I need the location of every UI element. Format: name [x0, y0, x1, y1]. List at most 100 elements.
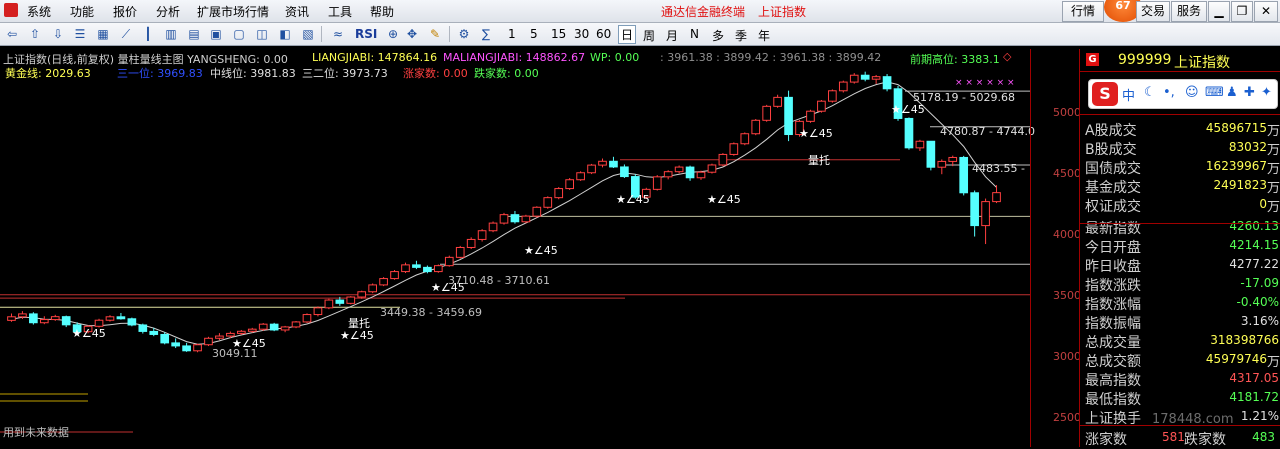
settings-icon[interactable]: ⚙ — [456, 26, 472, 42]
candle-body — [236, 330, 246, 334]
candle-body — [204, 337, 213, 346]
candle-body — [215, 335, 224, 339]
move-icon[interactable]: ✥ — [404, 26, 420, 42]
candle-body — [860, 74, 870, 80]
candle-body — [149, 330, 159, 335]
candle-body — [455, 246, 465, 258]
period-n[interactable]: N — [690, 27, 699, 41]
quote-row-unit: 万 — [1266, 181, 1280, 196]
line-chart-icon[interactable]: ⟋ — [118, 26, 134, 42]
ime-toolbar[interactable]: S 中 ☾ •, ☺ ⌨ ♟ ✚ ✦ — [1088, 79, 1278, 109]
quote-row: 指数振幅 3.16% — [1080, 312, 1280, 332]
quote-row: 最高指数 4317.05 — [1080, 369, 1280, 389]
candle-body — [817, 100, 826, 112]
ime-chinese-mode[interactable]: 中 — [1122, 85, 1135, 104]
candle-body — [433, 265, 443, 273]
period-30min[interactable]: 30 — [574, 27, 589, 41]
window-icon[interactable]: ▢ — [231, 26, 247, 42]
close-icon[interactable]: ✕ — [1254, 1, 1278, 22]
layout-icon[interactable]: ▧ — [300, 26, 316, 42]
menu-extended-market[interactable]: 扩展市场行情 — [197, 3, 269, 20]
quote-row-label: 基金成交 — [1085, 180, 1141, 196]
compare-icon[interactable]: ◧ — [277, 26, 293, 42]
candle-body — [171, 342, 180, 347]
period-15min[interactable]: 15 — [551, 27, 566, 41]
split-icon[interactable]: ◫ — [254, 26, 270, 42]
grid-icon[interactable]: ▤ — [186, 26, 202, 42]
kline-chart-area[interactable]: 上证指数(日线,前复权) 量柱量线主图 YANGSHENG: 0.00 LIAN… — [0, 49, 1035, 447]
table-icon[interactable]: ▦ — [95, 26, 111, 42]
candle-body — [302, 314, 312, 323]
candle-body — [390, 271, 399, 280]
rsi-button[interactable]: RSI — [355, 27, 377, 41]
period-week[interactable]: 周 — [643, 27, 655, 44]
quote-row-unit: 万 — [1266, 143, 1280, 158]
zoom-icon[interactable]: ⊕ — [385, 26, 401, 42]
market-button[interactable]: 行情 — [1062, 1, 1104, 22]
list-icon[interactable]: ☰ — [72, 26, 88, 42]
quote-row: B股成交 83032 万 — [1080, 138, 1280, 158]
quote-row-label: 指数振幅 — [1085, 316, 1141, 332]
draw-pen-icon[interactable]: ✎ — [427, 26, 443, 42]
period-60min[interactable]: 60 — [596, 27, 611, 41]
candle-body — [138, 324, 148, 332]
quote-row-value: 16239967 — [1205, 159, 1267, 173]
restore-icon[interactable]: ❐ — [1231, 1, 1253, 22]
panel-icon[interactable]: ▣ — [208, 26, 224, 42]
emoji-icon[interactable]: ☺ — [1185, 85, 1199, 100]
minimize-icon[interactable]: ▁ — [1208, 1, 1230, 22]
menu-system[interactable]: 系统 — [27, 3, 51, 20]
period-multi[interactable]: 多 — [712, 27, 724, 44]
annotation-4780: 4780.87 - 4744.0 — [940, 125, 1035, 138]
period-quarter[interactable]: 季 — [735, 27, 747, 44]
candle-chart-icon[interactable]: ┃ — [140, 26, 156, 42]
punctuation-icon[interactable]: •, — [1163, 85, 1175, 100]
menu-function[interactable]: 功能 — [70, 3, 94, 20]
menu-help[interactable]: 帮助 — [370, 3, 394, 20]
menu-quote[interactable]: 报价 — [113, 3, 137, 20]
keyboard-icon[interactable]: ⌨ — [1205, 85, 1224, 100]
candle-body — [576, 172, 585, 181]
quote-row-label: 指数涨幅 — [1085, 297, 1141, 313]
formula-icon[interactable]: ∑ — [478, 26, 494, 42]
candle-body — [554, 188, 564, 199]
quote-row-unit: 万 — [1266, 124, 1280, 139]
candle-body — [444, 256, 454, 267]
period-year[interactable]: 年 — [758, 27, 770, 44]
candle-body — [423, 266, 432, 273]
axis-label-4500: 4500 — [1053, 167, 1081, 180]
candle-body — [620, 166, 629, 178]
candle-body — [521, 215, 531, 223]
period-day[interactable]: 日 — [618, 25, 637, 44]
candle-body — [587, 164, 596, 174]
trend-icon[interactable]: ≈ — [330, 26, 346, 42]
bar-chart-icon[interactable]: ▥ — [163, 26, 179, 42]
user-icon[interactable]: ♟ — [1226, 85, 1238, 100]
menu-analysis[interactable]: 分析 — [156, 3, 180, 20]
trade-button[interactable]: 交易 — [1136, 1, 1170, 22]
period-1min[interactable]: 1 — [508, 27, 516, 41]
fall-count-label: 跌家数 — [1184, 432, 1226, 448]
period-month[interactable]: 月 — [666, 27, 678, 44]
axis-label-5000: 5000 — [1053, 106, 1081, 119]
app-title: 通达信金融终端 — [661, 5, 746, 19]
quote-row: 昨日收盘 4277.22 — [1080, 255, 1280, 275]
quote-row-value: -17.09 — [1240, 276, 1279, 290]
toolbar: ⇦ ⇧ ⇩ ☰ ▦ ⟋ ┃ ▥ ▤ ▣ ▢ ◫ ◧ ▧ ≈ RSI ⊕ ✥ ✎ … — [0, 23, 1280, 46]
tools-icon[interactable]: ✦ — [1261, 85, 1272, 100]
service-button[interactable]: 服务 — [1171, 1, 1207, 22]
up-arrow-icon[interactable]: ⇧ — [27, 26, 43, 42]
candle-body — [510, 214, 520, 223]
quote-row: 今日开盘 4214.15 — [1080, 236, 1280, 256]
back-arrow-icon[interactable]: ⇦ — [4, 26, 20, 42]
candle-body — [696, 171, 706, 179]
period-5min[interactable]: 5 — [530, 27, 538, 41]
star45-marker: ★∠45 — [232, 337, 266, 350]
moon-icon[interactable]: ☾ — [1144, 85, 1156, 100]
menu-news[interactable]: 资讯 — [285, 3, 309, 20]
sogou-s-icon[interactable]: S — [1092, 82, 1118, 106]
skin-icon[interactable]: ✚ — [1244, 85, 1255, 100]
down-arrow-icon[interactable]: ⇩ — [50, 26, 66, 42]
candle-body — [828, 90, 837, 102]
menu-tools[interactable]: 工具 — [328, 3, 352, 20]
